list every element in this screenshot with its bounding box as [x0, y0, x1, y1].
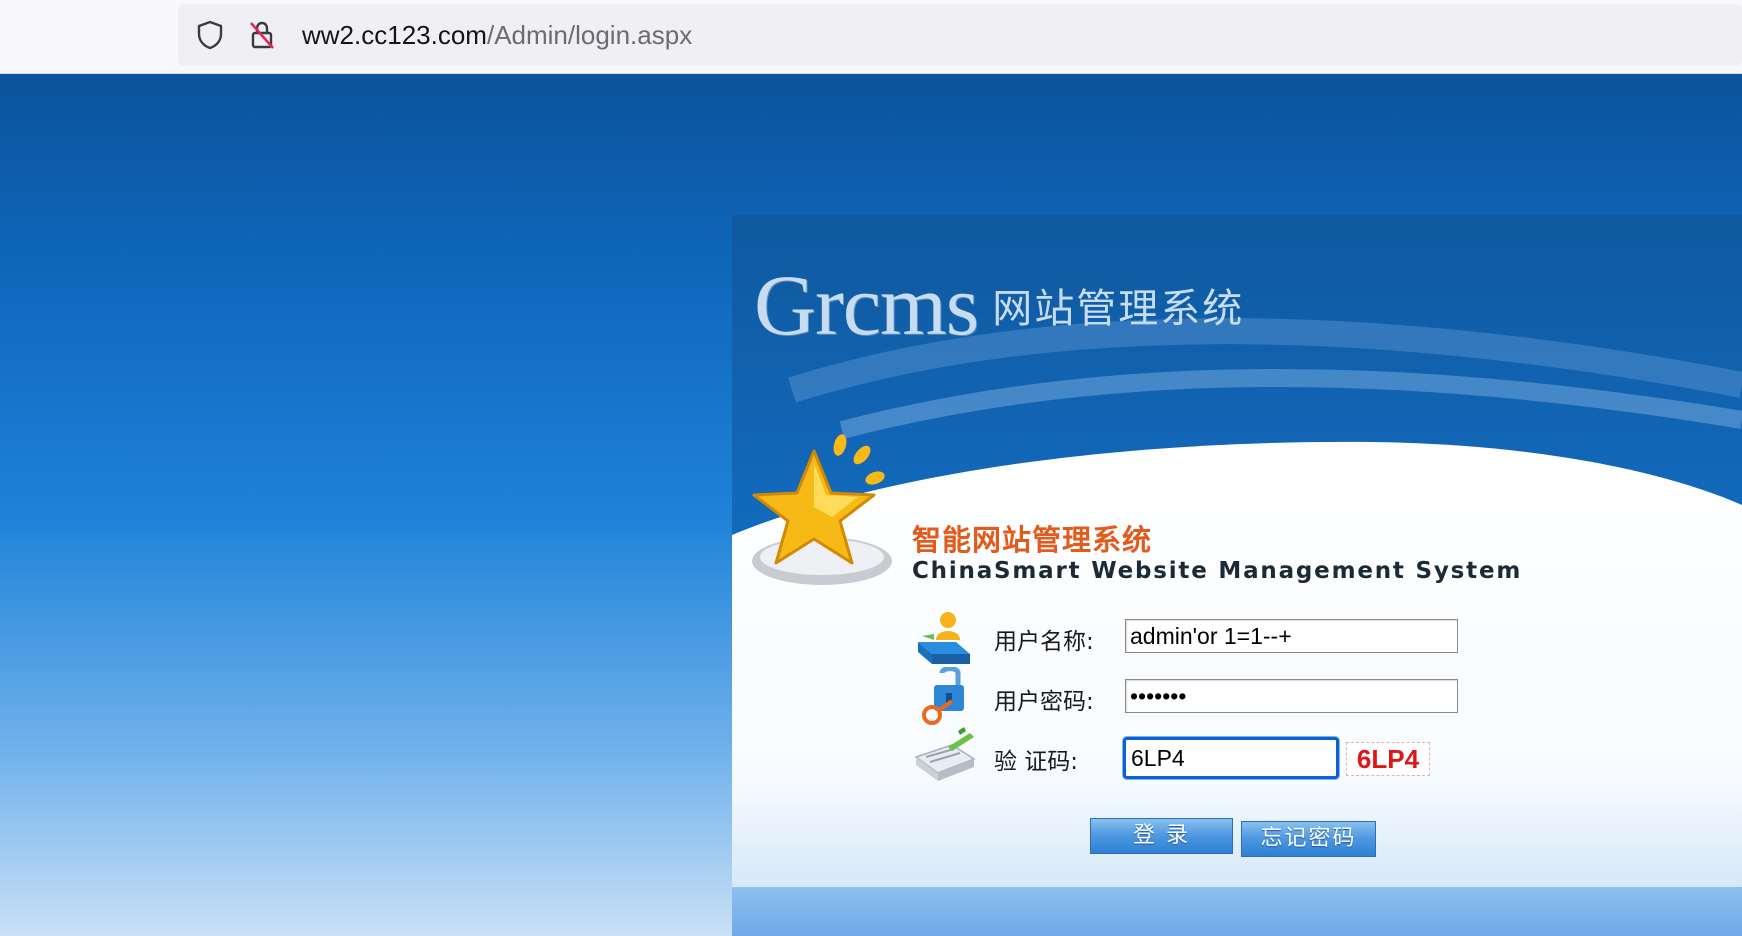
logo-main: Grcms	[754, 257, 979, 353]
shield-icon[interactable]	[194, 19, 226, 51]
login-panel: Grcms 网站管理系统 智能网站管理系统 ChinaSmart Website …	[732, 215, 1742, 936]
footer-band	[732, 887, 1742, 936]
password-label: 用户密码:	[994, 689, 1094, 715]
key-icon	[922, 667, 964, 725]
logo: Grcms 网站管理系统	[754, 255, 1244, 355]
login-button[interactable]: 登 录	[1090, 818, 1233, 854]
system-name-en: ChinaSmart Website Management System	[912, 558, 1523, 584]
star-icon	[752, 434, 892, 585]
captcha-label: 验 证码:	[994, 749, 1079, 775]
username-input[interactable]	[1125, 619, 1458, 653]
insecure-lock-icon[interactable]	[246, 19, 278, 51]
system-name-cn: 智能网站管理系统	[912, 523, 1153, 557]
url-host: ww2.cc123.com	[302, 20, 487, 50]
password-input[interactable]	[1125, 679, 1458, 713]
browser-toolbar: ww2.cc123.com/Admin/login.aspx	[0, 0, 1742, 74]
captcha-input[interactable]	[1123, 737, 1339, 779]
url-path: /Admin/login.aspx	[486, 20, 693, 50]
address-bar[interactable]: ww2.cc123.com/Admin/login.aspx	[178, 4, 1742, 66]
username-label: 用户名称:	[994, 629, 1094, 655]
url-text: ww2.cc123.com/Admin/login.aspx	[302, 19, 692, 51]
forgot-password-button[interactable]: 忘记密码	[1241, 821, 1376, 857]
captcha-image[interactable]: 6LP4	[1346, 742, 1430, 776]
verify-icon	[914, 727, 976, 781]
user-icon	[918, 612, 970, 664]
logo-subtitle: 网站管理系统	[992, 286, 1245, 332]
